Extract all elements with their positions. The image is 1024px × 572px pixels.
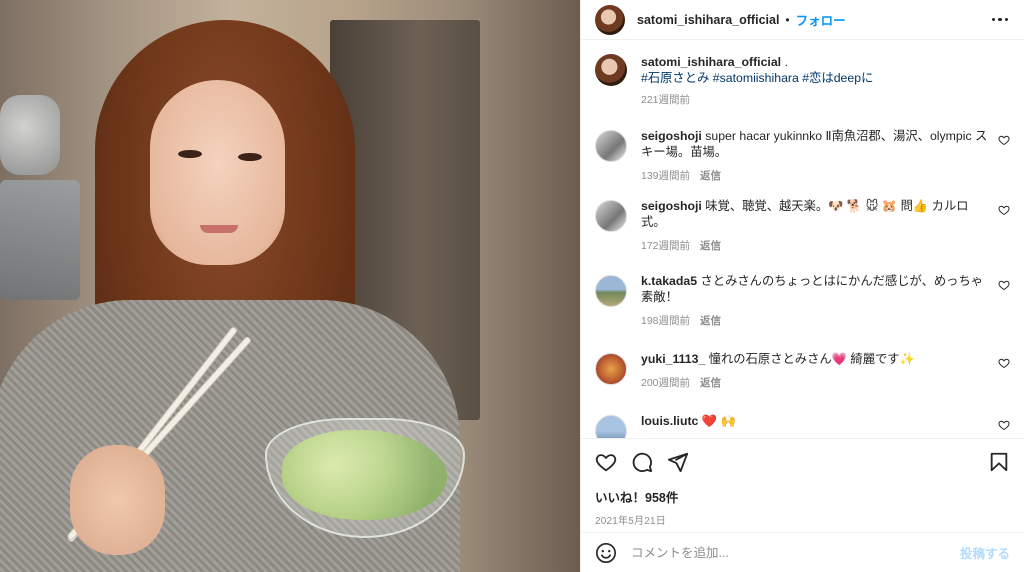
comments-list[interactable]: satomi_ishihara_official . #石原さとみ #satom… <box>581 40 1024 438</box>
more-icon[interactable] <box>991 17 1008 22</box>
likes-count[interactable]: いいね！958件 <box>595 487 1010 506</box>
comment-username[interactable]: louis.liutc <box>641 414 698 428</box>
heart-icon[interactable] <box>998 357 1010 369</box>
photo-eye-right <box>238 153 262 161</box>
comment-item: seigoshoji 味覚、聴覚、越天楽。🐶 🐕 🐭 🐹 問👍 カルロ式。 17… <box>595 198 1010 254</box>
post-side-panel: satomi_ishihara_official • フォロー satomi_i… <box>580 0 1024 572</box>
follow-button[interactable]: フォロー <box>796 10 846 29</box>
caption-username[interactable]: satomi_ishihara_official <box>641 55 781 69</box>
comment-text: 憧れの石原さとみさん💗 綺麗です✨ <box>705 352 915 366</box>
caption-text: . <box>781 55 788 69</box>
heart-icon[interactable] <box>998 204 1010 216</box>
comment-item: louis.liutc ❤️ 🙌 <box>595 413 1010 438</box>
avatar[interactable] <box>595 415 627 438</box>
avatar[interactable] <box>595 200 627 232</box>
separator-dot: • <box>785 12 790 27</box>
photo-jar <box>0 95 60 175</box>
avatar[interactable] <box>595 130 627 162</box>
comment-time: 172週間前 <box>641 240 691 252</box>
header-username[interactable]: satomi_ishihara_official <box>637 13 779 27</box>
post-photo[interactable] <box>0 0 580 572</box>
comment-item: k.takada5 さとみさんのちょっとはにかんだ感じが、めっちゃ素敵！ 198… <box>595 273 1010 329</box>
comment-time: 198週間前 <box>641 315 691 327</box>
heart-icon[interactable] <box>998 279 1010 291</box>
share-icon[interactable] <box>667 451 689 473</box>
comment-username[interactable]: seigoshoji <box>641 129 702 143</box>
reply-button[interactable]: 返信 <box>700 240 721 252</box>
photo-mouth <box>200 225 238 233</box>
comment-item: seigoshoji super hacar yukinnko Ⅱ南魚沼郡、湯沢… <box>595 128 1010 184</box>
caption-time: 221週間前 <box>641 94 691 106</box>
emoji-icon[interactable] <box>595 542 617 564</box>
comment-item: yuki_1113_ 憧れの石原さとみさん💗 綺麗です✨ 200週間前 返信 <box>595 351 1010 391</box>
comment-username[interactable]: yuki_1113_ <box>641 352 705 366</box>
heart-icon[interactable] <box>998 134 1010 146</box>
post-comment-button[interactable]: 投稿する <box>960 543 1010 562</box>
reply-button[interactable]: 返信 <box>700 377 721 389</box>
comment-username[interactable]: k.takada5 <box>641 274 697 288</box>
avatar[interactable] <box>595 275 627 307</box>
caption-hashtags[interactable]: #石原さとみ #satomiishihara #恋はdeepに <box>641 71 873 85</box>
comment-input[interactable] <box>631 545 960 560</box>
caption: satomi_ishihara_official . #石原さとみ #satom… <box>595 54 1010 108</box>
avatar[interactable] <box>595 353 627 385</box>
avatar[interactable] <box>595 4 625 35</box>
reply-button[interactable]: 返信 <box>700 315 721 327</box>
bookmark-icon[interactable] <box>988 451 1010 473</box>
photo-hand <box>70 445 165 555</box>
comment-text: ❤️ 🙌 <box>698 414 736 428</box>
post-date: 2021年5月21日 <box>595 516 666 527</box>
comment-time: 139週間前 <box>641 170 691 182</box>
avatar[interactable] <box>595 54 627 86</box>
heart-icon[interactable] <box>998 419 1010 431</box>
add-comment-bar: 投稿する <box>581 532 1024 572</box>
photo-face <box>150 80 285 265</box>
post-header: satomi_ishihara_official • フォロー <box>581 0 1024 40</box>
heart-icon[interactable] <box>595 451 617 473</box>
comment-username[interactable]: seigoshoji <box>641 199 702 213</box>
post-actions: いいね！958件 2021年5月21日 <box>581 438 1024 532</box>
photo-eye-left <box>178 150 202 158</box>
photo-shelf <box>0 180 80 300</box>
comment-time: 200週間前 <box>641 377 691 389</box>
comment-icon[interactable] <box>631 451 653 473</box>
reply-button[interactable]: 返信 <box>700 170 721 182</box>
